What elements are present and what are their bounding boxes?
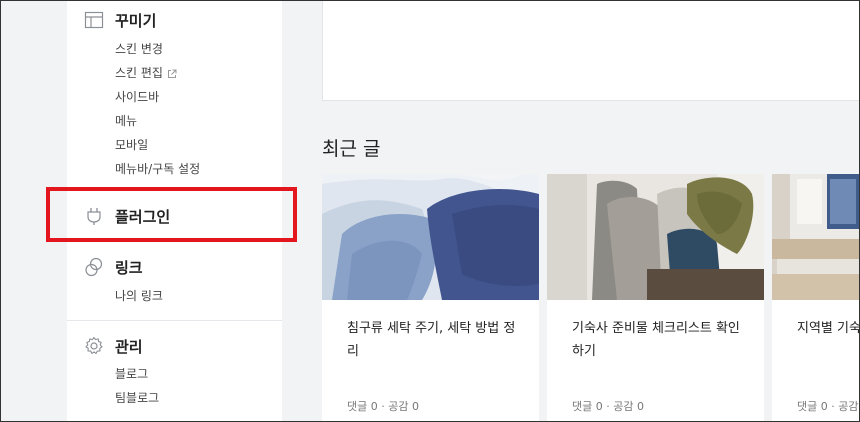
post-title: 침구류 세탁 주기, 세탁 방법 정리 (347, 321, 516, 359)
sidebar-section-manage[interactable]: 관리 (83, 335, 143, 357)
sidebar-item-label: 스킨 편집 (115, 66, 163, 80)
laundry-photo (547, 174, 764, 300)
gear-icon (83, 335, 105, 357)
sidebar-item-skin-edit[interactable]: 스킨 편집 (115, 64, 177, 81)
post-meta: 댓글 0 · 공감 0 (347, 400, 419, 413)
sidebar-item-menubar-subscribe[interactable]: 메뉴바/구독 설정 (115, 160, 200, 177)
sidebar-section-decorate[interactable]: 꾸미기 (83, 9, 156, 31)
sidebar-item-my-link[interactable]: 나의 링크 (115, 287, 163, 304)
sidebar-item-blog[interactable]: 블로그 (115, 365, 148, 382)
post-title: 기숙사 준비물 체크리스트 확인하기 (572, 321, 740, 359)
main-content: 최근 글 침구류 세탁 주기, 세탁 방법 정리 댓글 0 · 공감 0 기숙사… (282, 1, 859, 422)
sidebar-item-team-blog[interactable]: 팀블로그 (115, 389, 159, 406)
post-card[interactable]: 기숙사 준비물 체크리스트 확인하기 댓글 0 · 공감 0 (547, 174, 764, 422)
highlight-annotation (46, 187, 297, 242)
post-meta: 댓글 0 · 공감 (797, 400, 859, 413)
sidebar-section-title: 꾸미기 (115, 11, 157, 30)
sidebar-section-title: 관리 (115, 337, 143, 356)
post-title: 지역별 기숙 (797, 321, 859, 336)
sidebar-divider (67, 320, 282, 321)
post-card[interactable]: 침구류 세탁 주기, 세탁 방법 정리 댓글 0 · 공감 0 (322, 174, 539, 422)
link-icon (83, 256, 105, 278)
sidebar-section-title: 링크 (115, 258, 143, 277)
layout-icon (83, 9, 105, 31)
post-meta: 댓글 0 · 공감 0 (572, 400, 644, 413)
recent-posts-title: 최근 글 (322, 138, 381, 160)
dorm-room-photo (772, 174, 859, 300)
top-panel (322, 1, 859, 101)
sidebar-item-mobile[interactable]: 모바일 (115, 136, 148, 153)
sidebar-item-sidebar[interactable]: 사이드바 (115, 88, 159, 105)
external-link-icon (167, 68, 177, 78)
sidebar-item-skin-change[interactable]: 스킨 변경 (115, 40, 163, 57)
sidebar-item-menu[interactable]: 메뉴 (115, 112, 137, 129)
sidebar-section-link[interactable]: 링크 (83, 256, 143, 278)
bedding-photo (322, 174, 539, 300)
post-card[interactable]: 지역별 기숙 댓글 0 · 공감 (772, 174, 859, 422)
